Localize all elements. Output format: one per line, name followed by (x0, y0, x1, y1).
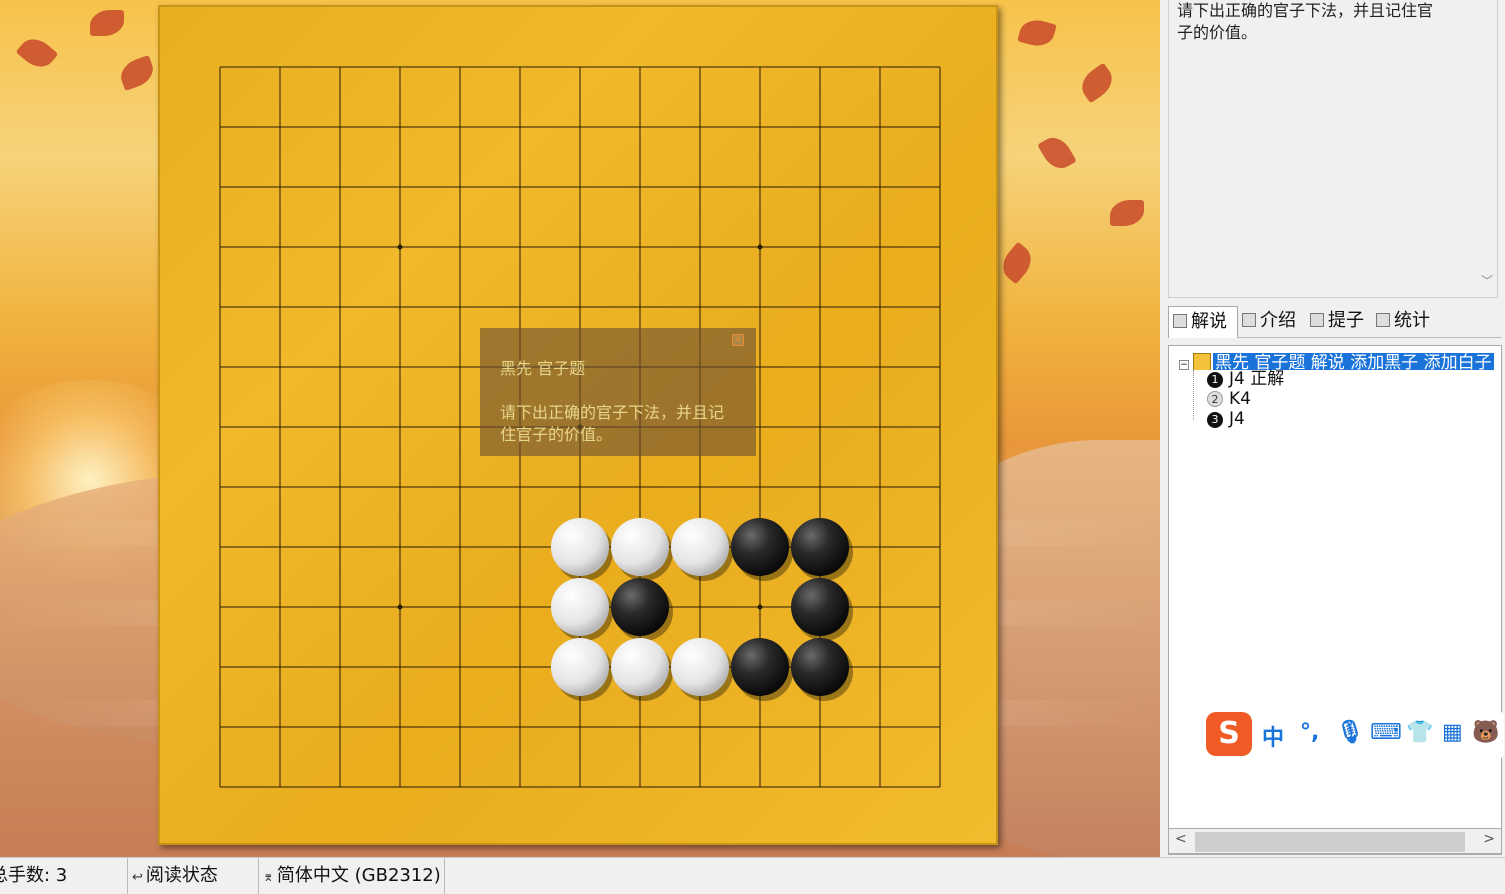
keyboard-icon[interactable]: ⌨ (1370, 720, 1402, 745)
ime-toolbar: S 中 °, 🎙 ⌨ 👕 ▦ 🐻 (1204, 712, 1504, 758)
tree-move-2[interactable]: 2 K4 (1207, 389, 1251, 409)
scroll-thumb[interactable] (1195, 832, 1465, 852)
white-stone[interactable] (551, 578, 609, 636)
encoding-icon: ⌆ (263, 870, 274, 885)
chevron-right-icon[interactable]: > (1483, 831, 1495, 847)
overlay-title: 黑先 官子题 (500, 359, 586, 378)
mascot-icon[interactable]: 🐻 (1472, 720, 1499, 745)
comment-line1: 请下出正确的官子下法，并且记住官 (1177, 1, 1434, 20)
tree-horizontal-scrollbar[interactable]: < > (1168, 828, 1502, 854)
black-stone-icon: 3 (1207, 412, 1223, 428)
stats-icon (1376, 313, 1390, 327)
chevron-down-icon[interactable]: ﹀ (1481, 270, 1493, 292)
maple-leaf (90, 10, 124, 36)
apps-icon[interactable]: ▦ (1442, 720, 1463, 745)
star-point (757, 244, 763, 250)
black-stone[interactable] (791, 578, 849, 636)
read-mode-icon: ↩ (132, 870, 143, 885)
chevron-left-icon[interactable]: < (1175, 831, 1187, 847)
status-encoding: ⌆ 简体中文 (GB2312) (258, 858, 444, 894)
maple-leaf (1110, 200, 1144, 226)
star-point (397, 604, 403, 610)
black-stone[interactable] (791, 638, 849, 696)
problem-info-overlay: × 黑先 官子题 请下出正确的官子下法，并且记 住官子的价值。 (480, 328, 756, 456)
white-stone[interactable] (671, 518, 729, 576)
maple-leaf (1017, 16, 1057, 50)
black-stone[interactable] (791, 518, 849, 576)
maple-leaf (1075, 62, 1119, 104)
tree-root-node[interactable]: − 黑先 官子题 解说 添加黑子 添加白子 (1179, 348, 1501, 370)
chinese-mode-button[interactable]: 中 (1262, 720, 1284, 752)
star-point (757, 604, 763, 610)
black-stone[interactable] (731, 518, 789, 576)
star-point (397, 244, 403, 250)
sogou-logo-icon[interactable]: S (1206, 712, 1252, 756)
white-stone-icon: 2 (1207, 391, 1223, 407)
tree-connector (1193, 370, 1194, 420)
black-stone[interactable] (611, 578, 669, 636)
comment-line2: 子的价值。 (1177, 23, 1258, 42)
collapse-icon[interactable]: − (1179, 360, 1189, 370)
white-stone[interactable] (551, 518, 609, 576)
tab-comment[interactable]: 解说 (1168, 306, 1238, 338)
white-stone[interactable] (611, 638, 669, 696)
tree-move-3[interactable]: 3 J4 (1207, 409, 1245, 429)
punctuation-button[interactable]: °, (1300, 720, 1319, 745)
move-count: 总手数: 3 (0, 865, 68, 886)
comment-box[interactable]: 请下出正确的官子下法，并且记住官 子的价值。 ﹀ (1168, 0, 1498, 298)
close-icon[interactable]: × (732, 334, 744, 346)
maple-leaf (1037, 131, 1077, 175)
maple-leaf (116, 54, 158, 92)
maple-leaf (996, 241, 1038, 285)
black-stone-icon: 1 (1207, 372, 1223, 388)
white-stone[interactable] (611, 518, 669, 576)
status-bar: 总手数: 3 ↩阅读状态 ⌆简体中文 (GB2312) (0, 857, 1505, 894)
white-stone[interactable] (551, 638, 609, 696)
capture-icon (1310, 313, 1324, 327)
maple-leaf (15, 32, 59, 74)
overlay-body-line2: 住官子的价值。 (500, 425, 613, 444)
comment-scrollbar[interactable]: ﹀ (1479, 4, 1495, 294)
tree-move-1[interactable]: 1 J4 正解 (1207, 369, 1284, 389)
panel-tabs: 解说 介绍 提子 统计 (1168, 306, 1502, 338)
comment-icon (1173, 314, 1187, 328)
status-mode: ↩ 阅读状态 (127, 858, 257, 894)
move-tree[interactable]: − 黑先 官子题 解说 添加黑子 添加白子 1 J4 正解 2 K4 3 J4 (1168, 345, 1502, 855)
overlay-body-line1: 请下出正确的官子下法，并且记 (500, 403, 725, 422)
tab-intro[interactable]: 介绍 (1238, 306, 1306, 338)
tab-stats[interactable]: 统计 (1372, 306, 1442, 338)
white-stone[interactable] (671, 638, 729, 696)
black-stone[interactable] (731, 638, 789, 696)
info-icon (1242, 313, 1256, 327)
mic-icon[interactable]: 🎙 (1336, 720, 1364, 745)
tab-captures[interactable]: 提子 (1306, 306, 1372, 338)
board-node-icon (1193, 353, 1211, 370)
skin-icon[interactable]: 👕 (1406, 720, 1433, 745)
